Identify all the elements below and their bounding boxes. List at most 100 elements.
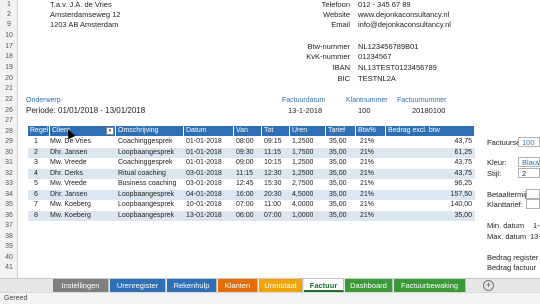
cell-bedrag[interactable]: 43,75 (408, 158, 472, 169)
cell-van[interactable]: 16:00 (236, 190, 254, 201)
row-number[interactable]: 20 (0, 74, 18, 84)
cell-bedrag[interactable]: 157,50 (408, 190, 472, 201)
col-van[interactable]: Van (234, 126, 262, 136)
cell-tarief[interactable]: 35,00 (329, 190, 347, 201)
col-omschrijving[interactable]: Omschrijving (116, 126, 184, 136)
cell-client[interactable]: Dhr. Derks (50, 169, 83, 180)
cell-tarief[interactable]: 35,00 (329, 148, 347, 159)
cell-uren[interactable]: 4,5000 (292, 190, 313, 201)
cell-tot[interactable]: 15:30 (264, 179, 282, 190)
row-number[interactable]: 32 (0, 169, 18, 179)
col-uren[interactable]: Uren (290, 126, 326, 136)
cell-btw[interactable]: 21% (360, 148, 374, 159)
cell-regel[interactable]: 8 (34, 211, 38, 222)
col-datum[interactable]: Datum (184, 126, 234, 136)
cell-bedrag[interactable]: 140,00 (408, 200, 472, 211)
cell-uren[interactable]: 1,2500 (292, 169, 313, 180)
cell-bedrag[interactable]: 43,75 (408, 137, 472, 148)
cell-van[interactable]: 06:00 (236, 211, 254, 222)
cell-omschrijving[interactable]: Loopbaangesprek (118, 200, 174, 211)
row-number[interactable]: 38 (0, 232, 18, 242)
cell-tot[interactable]: 12:30 (264, 169, 282, 180)
row-number[interactable]: 28 (0, 127, 18, 137)
cell-regel[interactable]: 2 (34, 148, 38, 159)
color-input[interactable]: Blauw (518, 157, 540, 167)
cell-datum[interactable]: 01-01-2018 (186, 158, 222, 169)
cell-datum[interactable]: 03-01-2018 (186, 169, 222, 180)
cell-tarief[interactable]: 35,00 (329, 200, 347, 211)
cell-datum[interactable]: 01-01-2018 (186, 148, 222, 159)
add-sheet-icon[interactable]: + (483, 280, 494, 291)
cell-tarief[interactable]: 35,00 (329, 158, 347, 169)
cell-regel[interactable]: 5 (34, 179, 38, 190)
cell-omschrijving[interactable]: Coachinggesprek (118, 158, 172, 169)
cell-van[interactable]: 11:15 (236, 169, 253, 180)
row-number[interactable]: 41 (0, 263, 18, 273)
row-number[interactable]: 29 (0, 137, 18, 147)
cell-tot[interactable]: 09:15 (264, 137, 282, 148)
tab-urenregister[interactable]: Urenregister (110, 279, 166, 292)
row-number[interactable]: 33 (0, 179, 18, 189)
cell-regel[interactable]: 4 (34, 169, 38, 180)
row-number[interactable]: 1 (0, 0, 18, 10)
cell-datum[interactable]: 01-01-2018 (186, 137, 222, 148)
cell-regel[interactable]: 7 (34, 200, 38, 211)
cell-btw[interactable]: 21% (360, 211, 374, 222)
cell-omschrijving[interactable]: Loopbaangesprek (118, 148, 174, 159)
row-number[interactable]: 34 (0, 190, 18, 200)
cell-tot[interactable]: 11:15 (264, 148, 281, 159)
cell-client[interactable]: Mw. Vreede (50, 179, 87, 190)
cell-omschrijving[interactable]: Loopbaangesprek (118, 190, 174, 201)
row-number[interactable]: 22 (0, 95, 18, 105)
cell-van[interactable]: 09:00 (236, 158, 254, 169)
cell-btw[interactable]: 21% (360, 179, 374, 190)
cell-uren[interactable]: 1,7500 (292, 148, 313, 159)
cell-client[interactable]: Dhr. Jansen (50, 190, 87, 201)
cell-client[interactable]: Mw. Koeberg (50, 200, 91, 211)
cell-uren[interactable]: 2,7500 (292, 179, 313, 190)
row-number[interactable]: 21 (0, 84, 18, 94)
row-number[interactable]: 31 (0, 158, 18, 168)
cell-client[interactable]: Mw. De Vries (50, 137, 91, 148)
tab-instellingen[interactable]: Instellingen (53, 279, 109, 292)
row-number[interactable]: 26 (0, 106, 18, 116)
tab-factuur[interactable]: Factuur (304, 279, 344, 292)
cell-tot[interactable]: 20:30 (264, 190, 282, 201)
tab-factuurbewaking[interactable]: Factuurbewaking (394, 279, 466, 292)
col-regel[interactable]: Regel (28, 126, 50, 136)
cell-van[interactable]: 07:00 (236, 200, 254, 211)
cell-tarief[interactable]: 35,00 (329, 137, 347, 148)
row-number[interactable]: 2 (0, 10, 18, 20)
cell-tot[interactable]: 07:00 (264, 211, 282, 222)
cell-bedrag[interactable]: 61,25 (408, 148, 472, 159)
row-number[interactable]: 37 (0, 221, 18, 231)
cell-tot[interactable]: 10:15 (264, 158, 282, 169)
cell-tarief[interactable]: 35,00 (329, 211, 347, 222)
col-tot[interactable]: Tot (262, 126, 290, 136)
cell-btw[interactable]: 21% (360, 137, 374, 148)
row-number[interactable]: 30 (0, 148, 18, 158)
cell-client[interactable]: Dhr. Jansen (50, 148, 87, 159)
cell-omschrijving[interactable]: Ritual coaching (118, 169, 166, 180)
cell-uren[interactable]: 1,0000 (292, 211, 313, 222)
cell-tarief[interactable]: 35,00 (329, 169, 347, 180)
cell-bedrag[interactable]: 43,75 (408, 169, 472, 180)
row-number[interactable]: 40 (0, 253, 18, 263)
cell-client[interactable]: Mw. Vreede (50, 158, 87, 169)
col-tarief[interactable]: Tarief (326, 126, 356, 136)
cell-tot[interactable]: 11:00 (264, 200, 281, 211)
cell-van[interactable]: 12:45 (236, 179, 254, 190)
row-number[interactable]: 27 (0, 116, 18, 126)
cell-uren[interactable]: 1,2500 (292, 158, 313, 169)
row-number[interactable]: 17 (0, 42, 18, 52)
style-input[interactable]: 2 (518, 168, 540, 178)
cell-regel[interactable]: 1 (34, 137, 38, 148)
cell-datum[interactable]: 04-01-2018 (186, 190, 222, 201)
cell-btw[interactable]: 21% (360, 200, 374, 211)
row-number[interactable]: 36 (0, 211, 18, 221)
row-number[interactable]: 9 (0, 20, 18, 30)
cell-client[interactable]: Mw. Koeberg (50, 211, 91, 222)
cell-datum[interactable]: 13-01-2018 (186, 211, 222, 222)
cell-omschrijving[interactable]: Loopbaangesprek (118, 211, 174, 222)
col-bedrag[interactable]: Bedrag excl. btw (386, 126, 475, 136)
